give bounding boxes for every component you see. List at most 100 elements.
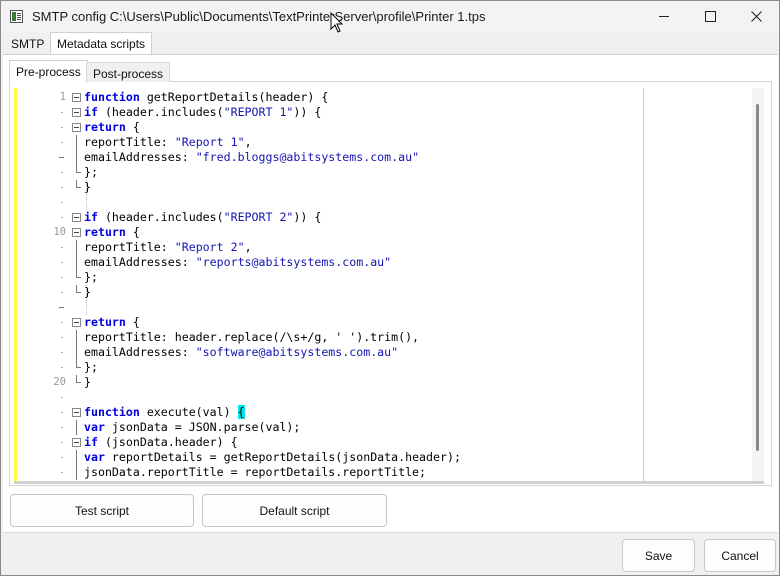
smtp-config-window: SMTP config C:\Users\Public\Documents\Te… (0, 0, 780, 576)
code-line[interactable]: var reportDetails = getReportDetails(jso… (14, 450, 644, 465)
code-plain: { (125, 225, 140, 239)
code-line[interactable]: 10 return { (14, 225, 644, 240)
code-line[interactable]: } (14, 180, 644, 195)
code-line[interactable]: if (jsonData.header) { (14, 435, 644, 450)
code-keyword: return (84, 315, 126, 329)
code-plain: jsonData = JSON.parse(val); (104, 420, 301, 434)
gutter-dot (61, 337, 63, 338)
fold-toggle-icon[interactable] (72, 228, 81, 237)
gutter-dot (61, 262, 63, 263)
code-text: var jsonData = JSON.parse(val); (84, 420, 300, 435)
code-line[interactable]: 20} (14, 375, 644, 390)
gutter-dot (61, 292, 63, 293)
code-string: "REPORT 1" (223, 105, 294, 119)
code-plain: reportTitle: header.replace(/\s+/g, ' ')… (84, 330, 420, 344)
vertical-scrollbar-thumb[interactable] (756, 104, 759, 451)
code-line[interactable]: function execute(val) { (14, 405, 644, 420)
cancel-button[interactable]: Cancel (704, 539, 776, 572)
code-line[interactable] (14, 300, 644, 315)
code-line[interactable]: if (header.includes("REPORT 1")) { (14, 105, 644, 120)
code-text: }; (84, 360, 98, 375)
close-icon (750, 11, 762, 22)
tab-metadata-scripts[interactable]: Metadata scripts (50, 32, 153, 55)
code-line[interactable]: reportTitle: "Report 1", (14, 135, 644, 150)
minimize-button[interactable] (641, 1, 687, 32)
title-bar[interactable]: SMTP config C:\Users\Public\Documents\Te… (1, 1, 779, 32)
code-line[interactable]: emailAddresses: "fred.bloggs@abitsystems… (14, 150, 644, 165)
gutter-dot (61, 457, 63, 458)
test-script-button[interactable]: Test script (10, 494, 194, 527)
code-plain: emailAddresses: (84, 345, 196, 359)
code-text: }; (84, 165, 98, 180)
code-line[interactable]: }; (14, 270, 644, 285)
code-string: "Report 1" (174, 135, 245, 149)
code-line[interactable]: }; (14, 360, 644, 375)
code-text: jsonData.reportTitle = reportDetails.rep… (84, 465, 426, 480)
fold-guide (76, 450, 77, 465)
code-plain: reportTitle: (84, 135, 175, 149)
code-line[interactable]: if (header.includes("REPORT 2")) { (14, 210, 644, 225)
tab-pre-process[interactable]: Pre-process (9, 60, 88, 83)
save-button[interactable]: Save (622, 539, 695, 572)
code-line[interactable]: } (14, 285, 644, 300)
fold-toggle-icon[interactable] (72, 438, 81, 447)
code-line[interactable]: reportTitle: "Report 2", (14, 240, 644, 255)
horizontal-scrollbar[interactable] (14, 481, 764, 484)
indent-guide (86, 300, 88, 315)
code-line[interactable]: }; (14, 165, 644, 180)
code-line[interactable]: 1 function getReportDetails(header) { (14, 90, 644, 105)
code-string: "fred.bloggs@abitsystems.com.au" (195, 150, 420, 164)
code-line[interactable]: jsonData.reportTitle = reportDetails.rep… (14, 465, 644, 480)
code-text: } (84, 285, 91, 300)
code-plain: reportTitle: (84, 240, 175, 254)
maximize-icon (704, 11, 716, 22)
default-script-button[interactable]: Default script (202, 494, 387, 527)
fold-toggle-icon[interactable] (72, 93, 81, 102)
code-line[interactable]: reportTitle: header.replace(/\s+/g, ' ')… (14, 330, 644, 345)
footer-divider (2, 532, 778, 533)
line-number: 20 (53, 376, 66, 388)
gutter-dash (59, 307, 64, 308)
gutter-dot (61, 247, 63, 248)
code-line[interactable]: var jsonData = JSON.parse(val); (14, 420, 644, 435)
code-text: } (84, 375, 91, 390)
fold-guide (76, 240, 77, 255)
code-plain: getReportDetails(header) { (139, 90, 329, 104)
fold-guide (76, 465, 77, 480)
code-plain: } (84, 285, 91, 299)
code-line[interactable]: return { (14, 315, 644, 330)
tab-post-process[interactable]: Post-process (86, 62, 171, 82)
gutter-dot (61, 202, 63, 203)
code-text: emailAddresses: "software@abitsystems.co… (84, 345, 398, 360)
code-plain: }; (84, 360, 98, 374)
code-text: reportTitle: header.replace(/\s+/g, ' ')… (84, 330, 419, 345)
code-text: }; (84, 270, 98, 285)
code-line[interactable]: return { (14, 120, 644, 135)
script-editor[interactable]: 1 function getReportDetails(header) {if (… (14, 88, 764, 481)
code-line[interactable] (14, 390, 644, 405)
code-line[interactable]: emailAddresses: "reports@abitsystems.com… (14, 255, 644, 270)
code-string: "Report 2" (174, 240, 245, 254)
gutter-dot (61, 367, 63, 368)
gutter-dot (61, 442, 63, 443)
code-text: return { (84, 315, 140, 330)
fold-toggle-icon[interactable] (72, 108, 81, 117)
code-plain: )) { (293, 210, 322, 224)
code-line[interactable]: emailAddresses: "software@abitsystems.co… (14, 345, 644, 360)
close-button[interactable] (733, 1, 779, 32)
window-title: SMTP config C:\Users\Public\Documents\Te… (32, 9, 486, 24)
code-plain: , (244, 240, 252, 254)
gutter-dot (61, 472, 63, 473)
gutter-dot (61, 217, 63, 218)
fold-toggle-icon[interactable] (72, 318, 81, 327)
maximize-button[interactable] (687, 1, 733, 32)
fold-toggle-icon[interactable] (72, 408, 81, 417)
vertical-scrollbar[interactable] (752, 88, 764, 481)
code-text: return { (84, 225, 140, 240)
fold-toggle-icon[interactable] (72, 123, 81, 132)
fold-toggle-icon[interactable] (72, 213, 81, 222)
main-tabstrip: SMTP Metadata scripts (3, 32, 779, 55)
code-line[interactable] (14, 195, 644, 210)
gutter-dot (61, 352, 63, 353)
tab-smtp[interactable]: SMTP (5, 33, 50, 54)
